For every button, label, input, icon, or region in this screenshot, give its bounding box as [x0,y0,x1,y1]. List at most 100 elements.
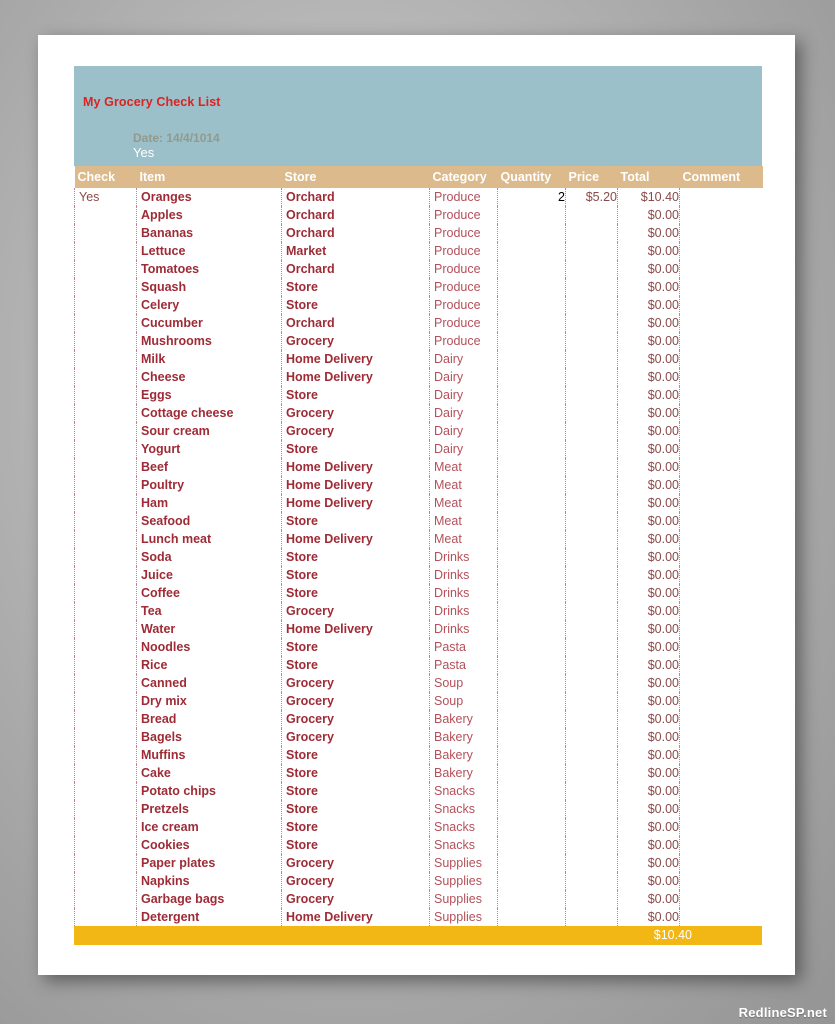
cell-item[interactable]: Noodles [136,638,282,656]
table-row[interactable]: Napkins Grocery Supplies $0.00 [74,872,763,890]
cell-item[interactable]: Celery [136,296,282,314]
cell-store[interactable]: Orchard [281,314,430,332]
cell-store[interactable]: Grocery [281,404,430,422]
cell-store[interactable]: Home Delivery [281,368,430,386]
cell-category[interactable]: Snacks [429,818,498,836]
cell-store[interactable]: Store [281,296,430,314]
cell-category[interactable]: Pasta [429,656,498,674]
column-header-item[interactable]: Item [136,166,282,188]
cell-price[interactable] [565,404,618,422]
cell-total[interactable]: $0.00 [617,242,680,260]
cell-price[interactable] [565,782,618,800]
cell-total[interactable]: $0.00 [617,386,680,404]
cell-store[interactable]: Store [281,800,430,818]
cell-total[interactable]: $0.00 [617,278,680,296]
cell-comment[interactable] [679,782,763,800]
cell-comment[interactable] [679,530,763,548]
cell-price[interactable] [565,548,618,566]
cell-quantity[interactable] [497,764,566,782]
cell-store[interactable]: Grocery [281,332,430,350]
cell-check[interactable] [74,584,137,602]
table-row[interactable]: Eggs Store Dairy $0.00 [74,386,763,404]
cell-category[interactable]: Drinks [429,584,498,602]
table-row[interactable]: Coffee Store Drinks $0.00 [74,584,763,602]
cell-check[interactable] [74,800,137,818]
cell-price[interactable] [565,530,618,548]
cell-price[interactable] [565,746,618,764]
table-row[interactable]: Ham Home Delivery Meat $0.00 [74,494,763,512]
cell-store[interactable]: Orchard [281,188,430,206]
cell-total[interactable]: $0.00 [617,818,680,836]
table-row[interactable]: Bananas Orchard Produce $0.00 [74,224,763,242]
cell-item[interactable]: Juice [136,566,282,584]
cell-store[interactable]: Orchard [281,206,430,224]
cell-total[interactable]: $0.00 [617,458,680,476]
cell-store[interactable]: Store [281,548,430,566]
cell-check[interactable] [74,638,137,656]
cell-store[interactable]: Grocery [281,602,430,620]
cell-comment[interactable] [679,818,763,836]
cell-quantity[interactable] [497,494,566,512]
cell-check[interactable] [74,332,137,350]
cell-check[interactable] [74,260,137,278]
cell-price[interactable] [565,674,618,692]
cell-total[interactable]: $0.00 [617,782,680,800]
table-row[interactable]: Cookies Store Snacks $0.00 [74,836,763,854]
cell-price[interactable] [565,908,618,926]
cell-check[interactable] [74,422,137,440]
cell-total[interactable]: $0.00 [617,368,680,386]
cell-total[interactable]: $0.00 [617,800,680,818]
cell-store[interactable]: Store [281,764,430,782]
cell-category[interactable]: Produce [429,188,498,206]
cell-price[interactable] [565,224,618,242]
cell-item[interactable]: Ham [136,494,282,512]
cell-check[interactable] [74,404,137,422]
cell-category[interactable]: Snacks [429,836,498,854]
cell-quantity[interactable] [497,872,566,890]
table-row[interactable]: Yogurt Store Dairy $0.00 [74,440,763,458]
cell-category[interactable]: Soup [429,674,498,692]
cell-category[interactable]: Bakery [429,710,498,728]
table-row[interactable]: Tea Grocery Drinks $0.00 [74,602,763,620]
cell-price[interactable] [565,350,618,368]
cell-comment[interactable] [679,872,763,890]
cell-check[interactable] [74,818,137,836]
cell-comment[interactable] [679,296,763,314]
cell-comment[interactable] [679,260,763,278]
table-row[interactable]: Noodles Store Pasta $0.00 [74,638,763,656]
cell-category[interactable]: Bakery [429,728,498,746]
cell-quantity[interactable] [497,440,566,458]
cell-total[interactable]: $0.00 [617,656,680,674]
table-row[interactable]: Rice Store Pasta $0.00 [74,656,763,674]
cell-comment[interactable] [679,746,763,764]
cell-quantity[interactable] [497,566,566,584]
cell-comment[interactable] [679,278,763,296]
cell-store[interactable]: Store [281,386,430,404]
cell-quantity[interactable] [497,224,566,242]
cell-category[interactable]: Dairy [429,422,498,440]
cell-price[interactable] [565,458,618,476]
cell-quantity[interactable] [497,476,566,494]
cell-price[interactable] [565,278,618,296]
cell-price[interactable] [565,872,618,890]
cell-item[interactable]: Ice cream [136,818,282,836]
cell-total[interactable]: $0.00 [617,206,680,224]
cell-comment[interactable] [679,908,763,926]
cell-total[interactable]: $0.00 [617,422,680,440]
cell-price[interactable]: $5.20 [565,188,618,206]
cell-item[interactable]: Bread [136,710,282,728]
cell-price[interactable] [565,242,618,260]
cell-comment[interactable] [679,422,763,440]
cell-quantity[interactable] [497,296,566,314]
cell-item[interactable]: Canned [136,674,282,692]
cell-check[interactable]: Yes [74,188,137,206]
cell-quantity[interactable] [497,854,566,872]
cell-price[interactable] [565,422,618,440]
cell-price[interactable] [565,368,618,386]
cell-store[interactable]: Store [281,512,430,530]
cell-store[interactable]: Store [281,440,430,458]
cell-check[interactable] [74,206,137,224]
cell-store[interactable]: Store [281,566,430,584]
cell-store[interactable]: Store [281,584,430,602]
cell-check[interactable] [74,494,137,512]
